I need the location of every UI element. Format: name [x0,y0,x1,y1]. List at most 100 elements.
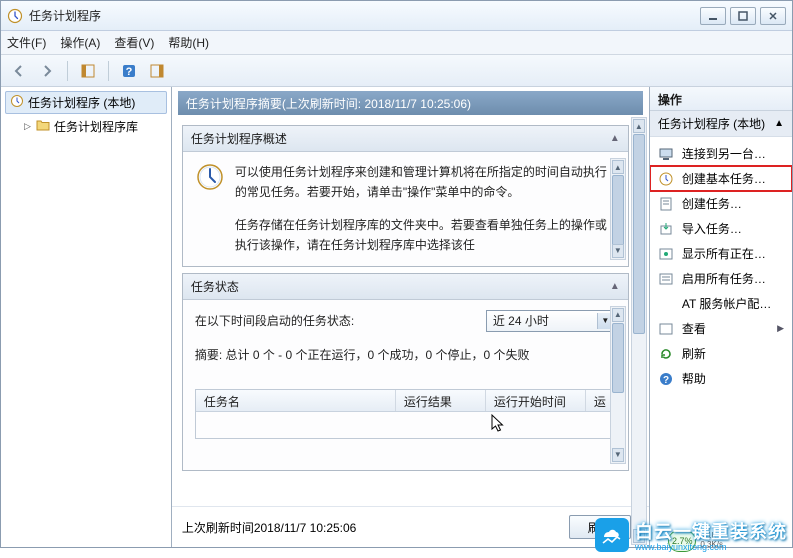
back-button[interactable] [7,59,31,83]
watermark: 白云一键重装系统 www.baiyunxitong.com [589,512,793,558]
help-button[interactable]: ? [117,59,141,83]
col-run-result[interactable]: 运行结果 [396,390,486,411]
col-run-start[interactable]: 运行开始时间 [486,390,586,411]
expand-icon[interactable]: ▷ [23,122,32,131]
center-scrollbar[interactable]: ▲ ▼ [631,117,647,545]
scroll-down-icon[interactable]: ▼ [612,448,624,462]
scroll-thumb[interactable] [633,134,645,334]
close-button[interactable] [760,7,786,25]
help-icon: ? [658,371,674,387]
actions-pane-title: 操作 [650,87,792,111]
task-table: 任务名 运行结果 运行开始时间 运 [195,389,616,439]
folder-icon [36,118,50,135]
actions-pane: 操作 任务计划程序 (本地) ▲ 连接到另一台… 创建基本任务… 创建任务… [650,87,792,547]
action-import-task[interactable]: 导入任务… [650,216,792,241]
action-label: 创建基本任务… [682,170,766,187]
maximize-button[interactable] [730,7,756,25]
last-refresh-label: 上次刷新时间2018/11/7 10:25:06 [182,519,357,536]
menu-view[interactable]: 查看(V) [114,34,154,51]
summary-header: 任务计划程序摘要(上次刷新时间: 2018/11/7 10:25:06) [178,91,643,115]
scroll-thumb[interactable] [612,323,624,393]
clock-icon [10,94,24,111]
scroll-down-icon[interactable]: ▼ [612,244,624,258]
action-connect[interactable]: 连接到另一台… [650,141,792,166]
menu-action[interactable]: 操作(A) [60,34,100,51]
minimize-button[interactable] [700,7,726,25]
action-label: 连接到另一台… [682,145,766,162]
center-pane: 任务计划程序摘要(上次刷新时间: 2018/11/7 10:25:06) 任务计… [172,87,650,547]
status-group: 任务状态 ▲ 在以下时间段启动的任务状态: 近 24 小时 ▼ 摘要: 总计 0… [182,273,629,471]
overview-title: 任务计划程序概述 [191,130,287,147]
window-title: 任务计划程序 [29,7,700,24]
action-label: 查看 [682,320,706,337]
task-icon [658,196,674,212]
center-content: 任务计划程序概述 ▲ 可以使用任务计划程序来创建和管理计算机将在所指定的时间自动… [172,119,649,506]
overview-text-1: 可以使用任务计划程序来创建和管理计算机将在所指定的时间自动执行的常见任务。若要开… [235,162,616,203]
action-label: 导入任务… [682,220,742,237]
tree-pane: 任务计划程序 (本地) ▷ 任务计划程序库 [1,87,172,547]
svg-text:?: ? [663,375,669,386]
action-view[interactable]: 查看 ▶ [650,316,792,341]
wizard-icon [658,171,674,187]
computer-icon [658,146,674,162]
action-create-task[interactable]: 创建任务… [650,191,792,216]
action-help[interactable]: ? 帮助 [650,366,792,391]
titlebar: 任务计划程序 [1,1,792,31]
scroll-up-icon[interactable]: ▲ [612,160,624,174]
action-show-running[interactable]: 显示所有正在… [650,241,792,266]
collapse-icon[interactable]: ▲ [774,118,784,129]
status-summary-text: 摘要: 总计 0 个 - 0 个正在运行，0 个成功，0 个停止，0 个失败 [195,346,616,363]
menubar: 文件(F) 操作(A) 查看(V) 帮助(H) [1,31,792,55]
action-label: 显示所有正在… [682,245,766,262]
actions-group-header[interactable]: 任务计划程序 (本地) ▲ [650,111,792,137]
show-hide-tree-button[interactable] [76,59,100,83]
overview-scrollbar[interactable]: ▲ ▼ [610,158,626,260]
overview-group: 任务计划程序概述 ▲ 可以使用任务计划程序来创建和管理计算机将在所指定的时间自动… [182,125,629,267]
action-label: 创建任务… [682,195,742,212]
tree-child-label: 任务计划程序库 [54,118,138,135]
status-header[interactable]: 任务状态 ▲ [183,274,628,300]
overview-clock-icon [195,162,225,192]
combo-value: 近 24 小时 [493,312,549,329]
app-window: 任务计划程序 文件(F) 操作(A) 查看(V) 帮助(H) ? 任务计划程序 … [0,0,793,548]
watermark-brand: 白云一键重装系统 [635,518,787,544]
window-buttons [700,7,786,25]
toolbar-separator [67,61,68,81]
action-refresh[interactable]: 刷新 [650,341,792,366]
table-header: 任务名 运行结果 运行开始时间 运 [196,390,615,412]
scroll-up-icon[interactable]: ▲ [633,119,645,133]
status-title: 任务状态 [191,278,239,295]
action-enable-history[interactable]: 启用所有任务… [650,266,792,291]
action-at-service[interactable]: AT 服务帐户配… [650,291,792,316]
status-body: 在以下时间段启动的任务状态: 近 24 小时 ▼ 摘要: 总计 0 个 - 0 … [183,300,628,470]
history-icon [658,271,674,287]
action-label: 帮助 [682,370,706,387]
action-create-basic-task[interactable]: 创建基本任务… [650,166,792,191]
tree-child-node[interactable]: ▷ 任务计划程序库 [5,116,167,137]
toolbar-separator [108,61,109,81]
col-task-name[interactable]: 任务名 [196,390,396,411]
actions-list: 连接到另一台… 创建基本任务… 创建任务… 导入任务… 显示所有正在… [650,137,792,395]
action-label: 启用所有任务… [682,270,766,287]
status-scrollbar[interactable]: ▲ ▼ [610,306,626,464]
status-period-label: 在以下时间段启动的任务状态: [195,312,354,329]
menu-file[interactable]: 文件(F) [7,34,46,51]
collapse-icon[interactable]: ▲ [610,281,620,292]
blank-icon [658,296,674,312]
svg-text:?: ? [126,66,133,78]
show-hide-action-button[interactable] [145,59,169,83]
action-label: AT 服务帐户配… [682,295,772,312]
period-combo[interactable]: 近 24 小时 ▼ [486,310,616,332]
tree-root-node[interactable]: 任务计划程序 (本地) [5,91,167,114]
collapse-icon[interactable]: ▲ [610,133,620,144]
chevron-right-icon: ▶ [777,323,784,334]
view-icon [658,321,674,337]
overview-header[interactable]: 任务计划程序概述 ▲ [183,126,628,152]
scroll-up-icon[interactable]: ▲ [612,308,624,322]
refresh-icon [658,346,674,362]
overview-text-2: 任务存储在任务计划程序库的文件夹中。若要查看单独任务上的操作或执行该操作，请在任… [195,215,616,256]
overview-body: 可以使用任务计划程序来创建和管理计算机将在所指定的时间自动执行的常见任务。若要开… [183,152,628,266]
forward-button[interactable] [35,59,59,83]
toolbar: ? [1,55,792,87]
menu-help[interactable]: 帮助(H) [168,34,209,51]
